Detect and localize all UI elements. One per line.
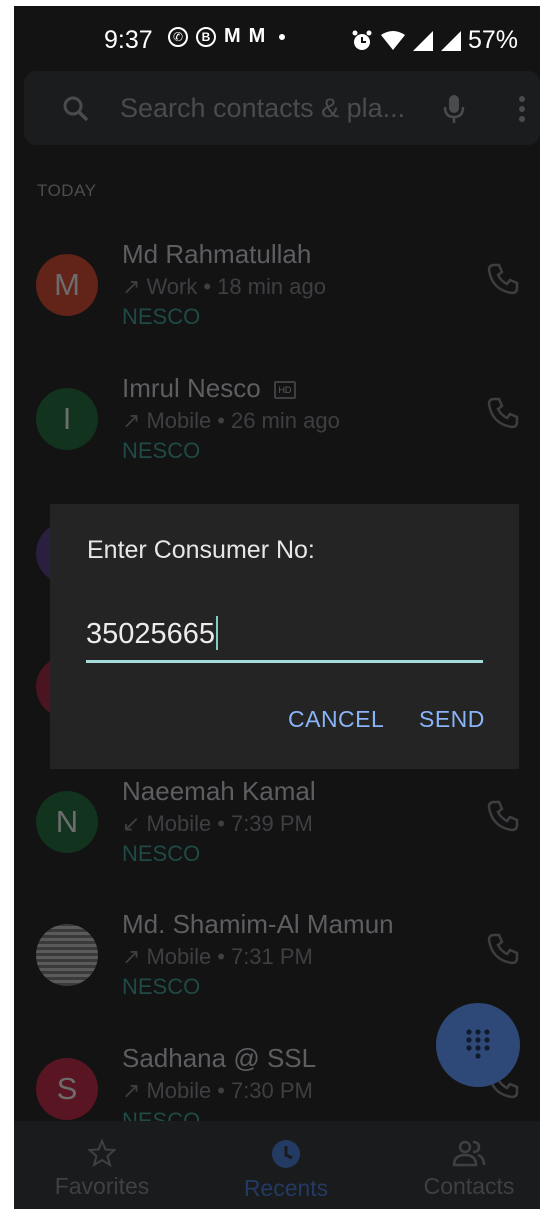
call-type: Work (146, 274, 198, 299)
call-back-icon[interactable] (486, 932, 520, 966)
dialog-title: Enter Consumer No: (87, 536, 315, 564)
search-icon (63, 96, 89, 122)
contact-name: Naeemah Kamal (122, 776, 316, 806)
contact-name: Md. Shamim-Al Mamun (122, 909, 394, 939)
sim-label: NESCO (122, 304, 201, 329)
hd-call-icon: HD (273, 381, 296, 400)
outgoing-call-icon: ↗ (122, 408, 141, 433)
notification-icons: ✆ B M M (168, 25, 286, 48)
consumer-number-input[interactable]: 35025665 (86, 616, 483, 663)
contact-name: Md Rahmatullah (122, 239, 312, 269)
text-cursor (216, 616, 219, 650)
tab-label: Recents (243, 1175, 329, 1201)
outgoing-call-icon: ↗ (122, 274, 141, 299)
signal-icon (412, 30, 433, 51)
cancel-button[interactable]: CANCEL (288, 706, 384, 733)
consumer-number-dialog: Enter Consumer No: 35025665 CANCEL SEND (50, 504, 519, 769)
signal-icon (440, 30, 461, 51)
tab-label: Favorites (54, 1173, 150, 1199)
dialpad-button[interactable] (436, 1003, 520, 1087)
call-details: ↙ Mobile • 7:39 PM (122, 811, 313, 837)
whatsapp-icon: ✆ (168, 26, 188, 47)
outgoing-call-icon: ↗ (122, 944, 141, 969)
send-button[interactable]: SEND (419, 706, 485, 733)
separator: • (217, 944, 225, 969)
call-log-item[interactable]: I Imrul Nesco HD ↗ Mobile • 26 min ago N… (14, 373, 540, 508)
contact-name: Imrul Nesco HD (122, 373, 296, 404)
call-back-icon[interactable] (486, 799, 520, 833)
call-back-icon[interactable] (486, 396, 520, 430)
avatar (36, 924, 98, 986)
call-type: Mobile (146, 408, 212, 433)
avatar: S (36, 1058, 98, 1120)
input-value: 35025665 (86, 618, 216, 650)
alarm-icon (352, 30, 372, 50)
tab-contacts[interactable]: Contacts (414, 1121, 524, 1209)
separator: • (203, 274, 212, 299)
separator: • (217, 1078, 225, 1103)
call-time: 26 min ago (230, 408, 340, 433)
star-icon (88, 1139, 116, 1167)
dialpad-icon (466, 1029, 490, 1059)
contact-name: Sadhana @ SSL (122, 1043, 317, 1073)
system-icons: 57% (350, 26, 518, 55)
more-options-icon[interactable] (518, 95, 526, 123)
call-time: 7:39 PM (230, 811, 313, 836)
call-details: ↗ Work • 18 min ago (122, 274, 326, 300)
tab-recents[interactable]: Recents (236, 1121, 336, 1209)
status-time: 9:37 (104, 26, 153, 54)
more-notifications-dot-icon (279, 33, 286, 40)
call-details: ↗ Mobile • 26 min ago (122, 408, 340, 434)
call-details: ↗ Mobile • 7:31 PM (122, 944, 313, 970)
incoming-call-icon: ↙ (122, 811, 141, 836)
people-icon (452, 1140, 486, 1167)
gmail-icon: M (224, 25, 241, 47)
status-bar: 9:37 ✆ B M M 57% (14, 6, 540, 68)
sim-label: NESCO (122, 974, 201, 999)
call-type: Mobile (146, 1078, 212, 1103)
gmail-icon: M (248, 25, 266, 47)
search-bar[interactable]: Search contacts & pla... (24, 71, 540, 145)
avatar: M (36, 254, 98, 316)
section-header-today: TODAY (37, 181, 97, 200)
call-time: 7:30 PM (230, 1078, 313, 1103)
call-details: ↗ Mobile • 7:30 PM (122, 1078, 313, 1104)
wifi-icon (380, 30, 405, 50)
battery-level: 57% (467, 26, 518, 54)
call-type: Mobile (146, 944, 212, 969)
avatar: I (36, 388, 98, 450)
separator: • (217, 811, 225, 836)
search-input[interactable]: Search contacts & pla... (120, 93, 405, 124)
call-time: 7:31 PM (230, 944, 313, 969)
phone-screen: 9:37 ✆ B M M 57% Search contacts & pla..… (14, 6, 540, 1209)
microphone-icon[interactable] (442, 93, 466, 125)
call-type: Mobile (146, 811, 212, 836)
sim-label: NESCO (122, 438, 201, 463)
clock-icon (272, 1140, 300, 1168)
call-back-icon[interactable] (486, 262, 520, 296)
tab-favorites[interactable]: Favorites (52, 1121, 152, 1209)
outgoing-call-icon: ↗ (122, 1078, 141, 1103)
call-log-item[interactable]: N Naeemah Kamal ↙ Mobile • 7:39 PM NESCO (14, 776, 540, 911)
bottom-navigation: Favorites Recents Contacts (14, 1121, 540, 1209)
tab-label: Contacts (423, 1173, 515, 1199)
call-log-item[interactable]: M Md Rahmatullah ↗ Work • 18 min ago NES… (14, 239, 540, 374)
separator: • (217, 408, 225, 433)
sim-label: NESCO (122, 841, 201, 866)
call-time: 18 min ago (217, 274, 326, 299)
avatar: N (36, 791, 98, 853)
bkash-icon: B (196, 26, 216, 47)
